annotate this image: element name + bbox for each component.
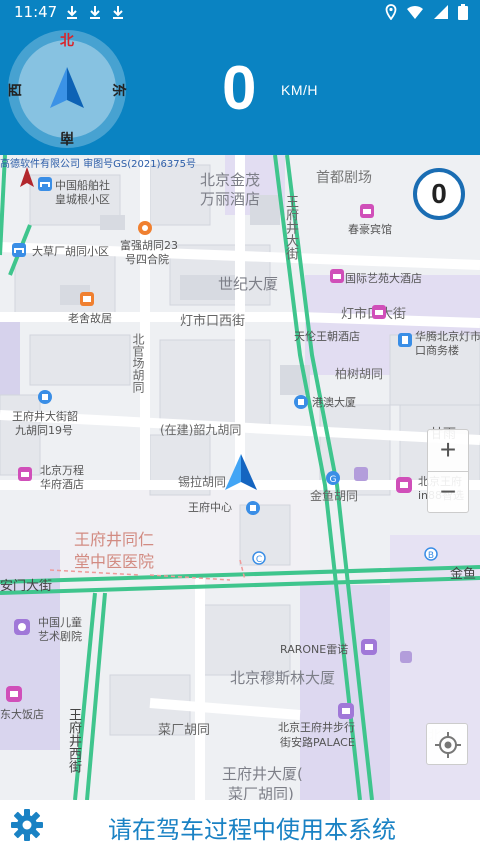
map-label: 世纪大厦 (218, 275, 279, 293)
map-label: 王府中心 (188, 501, 232, 514)
map-label: 号四合院 (125, 253, 169, 266)
map-label: 菜厂胡同) (228, 785, 294, 800)
current-location-arrow-icon (225, 454, 257, 490)
location-icon (385, 4, 397, 20)
map-label: 北京穆斯林大厦 (230, 669, 336, 687)
poi-hotel-icon (372, 305, 386, 319)
compass-arrow-icon (50, 67, 84, 108)
map-label: 大草厂胡同小区 (32, 245, 109, 258)
signal-icon (433, 5, 448, 19)
download-icon (90, 6, 100, 19)
poi-orange-icon (80, 292, 94, 306)
poi-residence-icon (12, 243, 26, 257)
poi-c-icon: C (252, 551, 266, 565)
poi-hotel-icon (6, 686, 22, 702)
poi-orange-icon (138, 221, 152, 235)
poi-hotel-icon (18, 467, 32, 481)
download-icon (113, 6, 123, 19)
map-label: 万丽酒店 (200, 190, 261, 208)
map-label: 金鱼 (450, 567, 477, 582)
map-label: 港澳大厦 (312, 396, 356, 409)
map-label: 老舍故居 (68, 312, 112, 325)
map-label: 金鱼胡同 (310, 489, 359, 503)
map-label: 天伦王朝酒店 (294, 330, 360, 343)
map-label: 王府井大街 (283, 195, 298, 260)
poi-shop-icon (400, 651, 412, 663)
poi-residence-icon (38, 390, 52, 404)
map-label: 菜厂胡同 (158, 723, 211, 738)
map-label: 东大饭店 (0, 708, 44, 721)
map-label: 春豪宾馆 (348, 223, 392, 236)
speed-value: 0 (222, 54, 257, 123)
status-time: 11:47 (14, 3, 58, 21)
bottom-bar: 请在驾车过程中使用本系统 (0, 800, 480, 852)
map-label: 北京金茂 (200, 171, 261, 189)
poi-b-icon: B (424, 547, 438, 561)
map-label: 国际艺苑大酒店 (345, 272, 422, 285)
speed-unit: KM/H (281, 82, 318, 98)
map-label: 北官场胡同 (131, 333, 145, 393)
wifi-icon (406, 5, 423, 19)
red-pin-icon (20, 167, 34, 187)
poi-shop-icon (361, 639, 377, 655)
poi-shop-icon (338, 703, 354, 719)
poi-building-icon (398, 333, 412, 347)
compass-east-label: 东 (110, 83, 126, 97)
map-label: 艺术剧院 (38, 630, 82, 643)
zoom-in-button[interactable]: + (428, 430, 468, 471)
compass-west-label: 西 (8, 83, 24, 97)
map-label: 北京王府井步行 (278, 721, 355, 734)
svg-text:G: G (330, 475, 337, 485)
poi-theatre-icon (14, 619, 30, 635)
poi-hotel-icon (330, 269, 344, 283)
settings-gear-icon[interactable] (10, 808, 44, 842)
compass-north-label: 北 (60, 33, 74, 49)
driving-notice: 请在驾车过程中使用本系统 (108, 816, 396, 844)
poi-building-icon (246, 501, 260, 515)
poi-residence-icon (38, 177, 52, 191)
poi-bank-icon: G (326, 471, 340, 485)
map-label: 皇城根小区 (55, 193, 110, 206)
locate-button[interactable] (426, 723, 468, 765)
map-label: 灯市口西街 (180, 314, 246, 329)
map-label: 王府井同仁 (74, 530, 155, 549)
map-label: 安门大街 (0, 579, 53, 594)
poi-hotel-icon (396, 477, 412, 493)
map-label: 王府井西街 (66, 708, 81, 773)
download-icon (67, 6, 77, 19)
map-label: 首都剧场 (316, 170, 372, 186)
compass: 北 南 西 东 (8, 30, 126, 148)
poi-hotel-icon (360, 204, 374, 218)
svg-text:B: B (428, 551, 434, 561)
locate-icon (435, 732, 461, 758)
speedometer-header: 11:47 北 南 西 东 0 KM/H (0, 0, 480, 155)
map-label: 王府井大厦( (222, 765, 303, 783)
map-label: RARONE雷诺 (280, 643, 349, 656)
map-label: 堂中医医院 (74, 552, 155, 571)
map-label: 锡拉胡同 (178, 475, 227, 489)
map-label: 柏树胡同 (335, 367, 384, 381)
zoom-out-button[interactable]: − (428, 472, 468, 513)
battery-icon (458, 4, 468, 20)
map-label: 街安路PALACE (280, 736, 355, 749)
poi-building-icon (294, 395, 308, 409)
map-label: 华府酒店 (40, 478, 84, 491)
poi-shop-icon (354, 467, 368, 481)
status-bar: 11:47 (0, 0, 480, 26)
map-label: 九胡同19号 (15, 424, 73, 437)
svg-text:C: C (256, 555, 262, 565)
map-label: (在建)韶九胡同 (160, 423, 242, 437)
map-label: 口商务楼 (415, 344, 459, 357)
speed-limit-badge: 0 (413, 168, 465, 220)
compass-south-label: 南 (60, 129, 74, 145)
map-view[interactable]: 高德软件有限公司 审图号GS(2021)6375号 北京金茂 万丽酒店 首都剧场… (0, 155, 480, 800)
zoom-control: + − (427, 429, 469, 513)
